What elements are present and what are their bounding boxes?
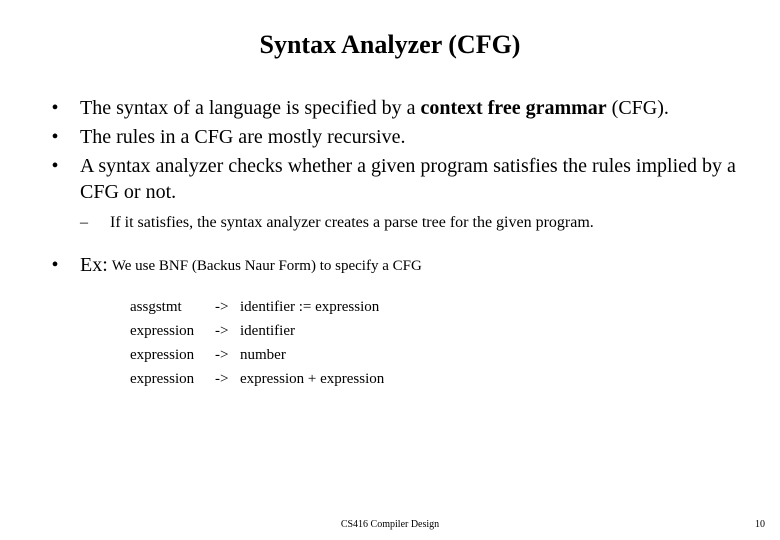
bullet-item-1: • The syntax of a language is specified …: [30, 95, 750, 121]
bullet-item-3: • A syntax analyzer checks whether a giv…: [30, 153, 750, 205]
slide-title: Syntax Analyzer (CFG): [30, 30, 750, 60]
bullet-dot-icon: •: [30, 95, 80, 121]
sub-bullet-text-1: If it satisfies, the syntax analyzer cre…: [110, 213, 594, 234]
grammar-rhs: expression + expression: [240, 367, 750, 391]
bullet-dot-icon: •: [30, 124, 80, 150]
grammar-lhs: expression: [130, 319, 215, 343]
grammar-row: expression -> expression + expression: [130, 367, 750, 391]
bullet-text-1: The syntax of a language is specified by…: [80, 95, 750, 121]
grammar-arrow: ->: [215, 319, 240, 343]
grammar-arrow: ->: [215, 343, 240, 367]
bullet-1-post: (CFG).: [607, 97, 669, 119]
grammar-block: assgstmt -> identifier := expression exp…: [30, 295, 750, 391]
bullet-list: • The syntax of a language is specified …: [30, 95, 750, 205]
sub-bullet-list: – If it satisfies, the syntax analyzer c…: [30, 213, 750, 234]
grammar-row: expression -> number: [130, 343, 750, 367]
sub-bullet-item-1: – If it satisfies, the syntax analyzer c…: [30, 213, 750, 234]
grammar-row: assgstmt -> identifier := expression: [130, 295, 750, 319]
grammar-rhs: identifier: [240, 319, 750, 343]
bullet-dot-icon: •: [30, 254, 80, 277]
footer-text: CS416 Compiler Design: [0, 519, 780, 530]
grammar-lhs: expression: [130, 343, 215, 367]
grammar-rhs: number: [240, 343, 750, 367]
grammar-lhs: assgstmt: [130, 295, 215, 319]
bullet-text-2: The rules in a CFG are mostly recursive.: [80, 124, 750, 150]
bullet-1-bold: context free grammar: [420, 97, 606, 119]
bullet-1-pre: The syntax of a language is specified by…: [80, 97, 420, 119]
bullet-item-2: • The rules in a CFG are mostly recursiv…: [30, 124, 750, 150]
bullet-text-3: A syntax analyzer checks whether a given…: [80, 153, 750, 205]
example-bullet: • Ex: We use BNF (Backus Naur Form) to s…: [30, 254, 750, 277]
grammar-rhs: identifier := expression: [240, 295, 750, 319]
grammar-arrow: ->: [215, 295, 240, 319]
grammar-row: expression -> identifier: [130, 319, 750, 343]
page-number: 10: [755, 519, 765, 530]
example-label: Ex:: [80, 254, 108, 277]
grammar-arrow: ->: [215, 367, 240, 391]
grammar-lhs: expression: [130, 367, 215, 391]
bullet-dot-icon: •: [30, 153, 80, 205]
dash-icon: –: [80, 213, 110, 234]
example-description: We use BNF (Backus Naur Form) to specify…: [112, 258, 422, 277]
